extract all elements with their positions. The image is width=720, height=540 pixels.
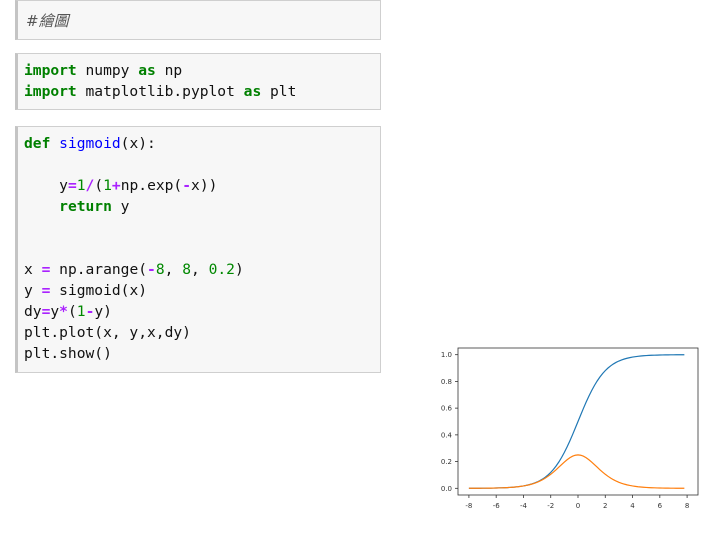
code-line: x = np.arange(-8, 8, 0.2) bbox=[24, 261, 244, 278]
code-token: plt.show() bbox=[24, 345, 112, 362]
x-tick-label: 6 bbox=[658, 502, 663, 510]
code-token: sigmoid(x) bbox=[50, 282, 148, 299]
code-token: / bbox=[85, 177, 95, 194]
sigmoid-line bbox=[468, 354, 685, 489]
x-tick-label: -4 bbox=[520, 502, 528, 510]
code-token: x)) bbox=[191, 177, 218, 194]
code-token: y bbox=[24, 282, 42, 299]
code-token: ( bbox=[94, 177, 104, 194]
y-tick-label: 1.0 bbox=[441, 351, 452, 359]
code-token: sigmoid bbox=[59, 135, 121, 152]
code-line: def sigmoid(x): bbox=[24, 135, 156, 152]
code-token: y bbox=[111, 198, 130, 215]
sigmoid-code-cell[interactable]: def sigmoid(x): y=1/(1+np.exp(-x)) retur… bbox=[15, 126, 381, 373]
x-tick-label: -8 bbox=[465, 502, 472, 510]
markdown-text: #繪圖 bbox=[26, 12, 69, 30]
imports-code-cell[interactable]: import numpy as np import matplotlib.pypl… bbox=[15, 53, 381, 110]
x-tick-label: 2 bbox=[603, 502, 607, 510]
code-line: plt.plot(x, y,x,dy) bbox=[24, 324, 191, 341]
y-tick-label: 0.8 bbox=[441, 378, 452, 386]
code-token: = bbox=[67, 177, 77, 194]
code-line: return y bbox=[24, 198, 129, 215]
code-line: y=1/(1+np.exp(-x)) bbox=[24, 177, 217, 194]
code-token: - bbox=[182, 177, 192, 194]
code-token: import bbox=[24, 83, 77, 100]
code-token: y bbox=[50, 303, 60, 320]
code-token: dy bbox=[24, 303, 42, 320]
code-token: np bbox=[155, 62, 183, 79]
code-token: return bbox=[59, 198, 112, 215]
y-tick-label: 0.0 bbox=[441, 485, 452, 493]
code-token: np.exp( bbox=[120, 177, 183, 194]
code-token: 8 bbox=[155, 261, 165, 278]
x-tick-label: -6 bbox=[493, 502, 501, 510]
code-line: dy=y*(1-y) bbox=[24, 303, 112, 320]
code-token: np.arange( bbox=[50, 261, 148, 278]
code-token: * bbox=[59, 303, 68, 320]
code-token: 8 bbox=[182, 261, 191, 278]
code-token: import bbox=[24, 62, 77, 79]
code-line: plt.show() bbox=[24, 345, 112, 362]
code-token: + bbox=[111, 177, 121, 194]
code-token: numpy bbox=[76, 62, 139, 79]
x-tick-label: 4 bbox=[630, 502, 635, 510]
code-token: 0.2 bbox=[208, 261, 235, 278]
x-tick-label: 8 bbox=[685, 502, 689, 510]
x-tick-label: -2 bbox=[547, 502, 554, 510]
code-token: plt.plot(x, y,x,dy) bbox=[24, 324, 191, 341]
code-token: matplotlib.pyplot bbox=[76, 83, 244, 100]
code-token: y) bbox=[94, 303, 112, 320]
code-token: , bbox=[191, 261, 209, 278]
code-token: x bbox=[24, 261, 42, 278]
y-tick-label: 0.2 bbox=[441, 458, 452, 466]
code-token: 1 bbox=[103, 177, 112, 194]
code-line: y = sigmoid(x) bbox=[24, 282, 147, 299]
x-tick-label: 0 bbox=[576, 502, 580, 510]
code-token: 1 bbox=[76, 177, 86, 194]
sigmoid_derivative-line bbox=[468, 454, 685, 489]
code-token: (x): bbox=[120, 135, 156, 152]
code-line: import matplotlib.pyplot as plt bbox=[24, 83, 296, 100]
markdown-cell[interactable]: #繪圖 bbox=[15, 0, 381, 40]
y-tick-label: 0.4 bbox=[441, 431, 453, 439]
sigmoid-plot: -8 -6 -4 -2 0 2 4 6 8 0.0 0.2 0.4 0.6 0.8 1.0 bbox=[426, 340, 716, 522]
code-token: plt bbox=[261, 83, 297, 100]
code-token: as bbox=[243, 83, 262, 100]
code-line: import numpy as np bbox=[24, 62, 182, 79]
y-tick-label: 0.6 bbox=[441, 405, 453, 413]
chart-svg: -8 -6 -4 -2 0 2 4 6 8 0.0 0.2 0.4 0.6 0.8 1.0 bbox=[441, 347, 699, 510]
code-token: 1 bbox=[76, 303, 86, 320]
code-token: y bbox=[24, 177, 68, 194]
code-token: as bbox=[138, 62, 156, 79]
code-token: ) bbox=[234, 261, 244, 278]
code-token: ( bbox=[67, 303, 77, 320]
code-token: , bbox=[164, 261, 183, 278]
code-token: - bbox=[147, 261, 156, 278]
code-token: def bbox=[24, 135, 51, 152]
